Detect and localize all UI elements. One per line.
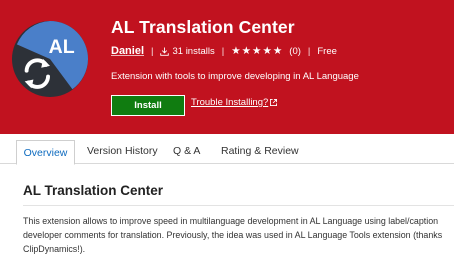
tab-bar: Overview Version History Q & A Rating & … xyxy=(0,134,454,165)
meta-separator: | xyxy=(221,45,225,57)
extension-banner: AL AL Translation Center Daniel | 31 ins… xyxy=(0,0,454,134)
meta-separator: | xyxy=(151,45,154,57)
install-button[interactable]: Install xyxy=(111,95,185,116)
tab-version-history[interactable]: Version History xyxy=(87,140,158,162)
section-divider xyxy=(23,205,454,206)
extension-title: AL Translation Center xyxy=(111,17,295,37)
rating-count[interactable]: (0) xyxy=(289,46,301,57)
extension-meta: Daniel | 31 installs | ★★★★★ (0) | Free xyxy=(111,43,337,59)
price-label: Free xyxy=(317,45,337,57)
meta-separator: | xyxy=(307,45,311,57)
tab-overview[interactable]: Overview xyxy=(16,140,75,165)
extension-description: Extension with tools to improve developi… xyxy=(111,71,359,82)
rating-stars[interactable]: ★★★★★ xyxy=(231,45,283,57)
install-count: 31 installs xyxy=(172,45,215,57)
trouble-installing-link[interactable]: Trouble Installing? xyxy=(191,97,278,108)
tab-q-and-a[interactable]: Q & A xyxy=(173,140,200,162)
external-link-icon xyxy=(270,99,278,106)
logo-text: AL xyxy=(49,36,75,58)
trouble-installing-label: Trouble Installing? xyxy=(191,97,269,108)
page-title: AL Translation Center xyxy=(23,183,164,198)
publisher-link[interactable]: Daniel xyxy=(111,45,144,57)
download-icon xyxy=(160,46,170,56)
overview-paragraph: This extension allows to improve speed i… xyxy=(23,216,443,254)
tab-rating-review[interactable]: Rating & Review xyxy=(221,140,299,162)
extension-logo: AL xyxy=(11,20,89,98)
